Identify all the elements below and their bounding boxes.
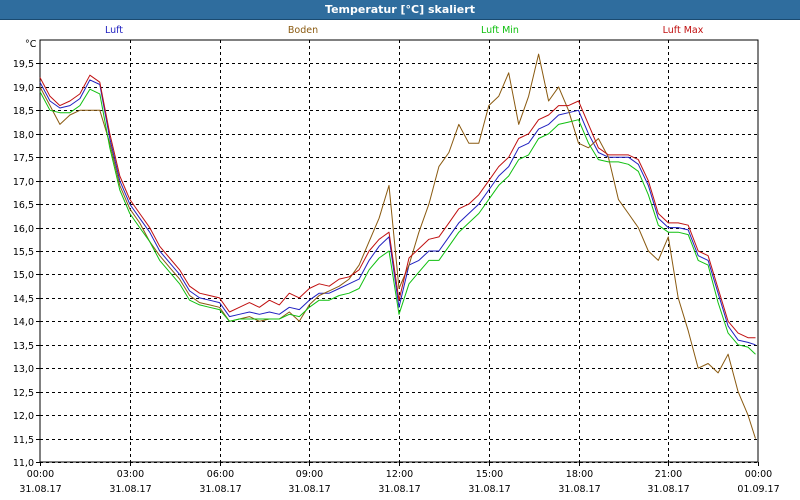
x-tick-date: 31.08.17 [378, 484, 420, 495]
y-tick-label: 13,0 [13, 364, 34, 375]
x-tick-date: 31.08.17 [19, 484, 61, 495]
y-tick-label: 16,5 [13, 200, 34, 211]
y-tick-label: 17,5 [13, 153, 34, 164]
x-tick-time: 06:00 [207, 469, 234, 480]
y-tick-label: 19,5 [13, 59, 34, 70]
y-tick-label: 17,0 [13, 177, 34, 188]
y-tick-label: 15,0 [13, 270, 34, 281]
x-tick-time: 18:00 [566, 469, 593, 480]
x-tick-date: 31.08.17 [558, 484, 600, 495]
x-tick-time: 03:00 [117, 469, 144, 480]
x-tick-time: 12:00 [386, 469, 413, 480]
y-tick-label: 18,5 [13, 106, 34, 117]
y-tick-label: 13,5 [13, 341, 34, 352]
y-tick-label: 16,0 [13, 224, 34, 235]
legend-item-luft-max: Luft Max [663, 25, 704, 36]
y-tick-label: 12,0 [13, 411, 34, 422]
y-axis-unit: °C [25, 39, 37, 50]
x-tick-date: 31.08.17 [647, 484, 689, 495]
x-tick-time: 00:00 [27, 469, 54, 480]
y-tick-label: 12,5 [13, 388, 34, 399]
x-tick-time: 00:00 [745, 469, 772, 480]
legend-item-luft-min: Luft Min [481, 25, 519, 36]
x-tick-time: 21:00 [655, 469, 682, 480]
legend-item-luft: Luft [105, 25, 123, 36]
y-tick-label: 19,0 [13, 83, 34, 94]
legend: Luft Boden Luft Min Luft Max [105, 25, 704, 36]
x-tick-date: 31.08.17 [468, 484, 510, 495]
y-tick-label: 11,0 [13, 458, 34, 469]
y-tick-label: 14,5 [13, 294, 34, 305]
x-tick-date: 31.08.17 [109, 484, 151, 495]
x-tick-time: 15:00 [476, 469, 503, 480]
y-tick-label: 15,5 [13, 247, 34, 258]
y-tick-label: 11,5 [13, 435, 34, 446]
x-tick-date: 31.08.17 [199, 484, 241, 495]
temperature-line-chart: 11,0 11,5 12,0 12,5 13,0 13,5 14,0 14,5 15,0 15,5… [0, 19, 800, 495]
legend-item-boden: Boden [288, 25, 318, 36]
y-tick-label: 14,0 [13, 317, 34, 328]
x-tick-time: 09:00 [296, 469, 323, 480]
y-tick-label: 18,0 [13, 130, 34, 141]
x-tick-date: 31.08.17 [288, 484, 330, 495]
x-tick-date: 01.09.17 [737, 484, 779, 495]
